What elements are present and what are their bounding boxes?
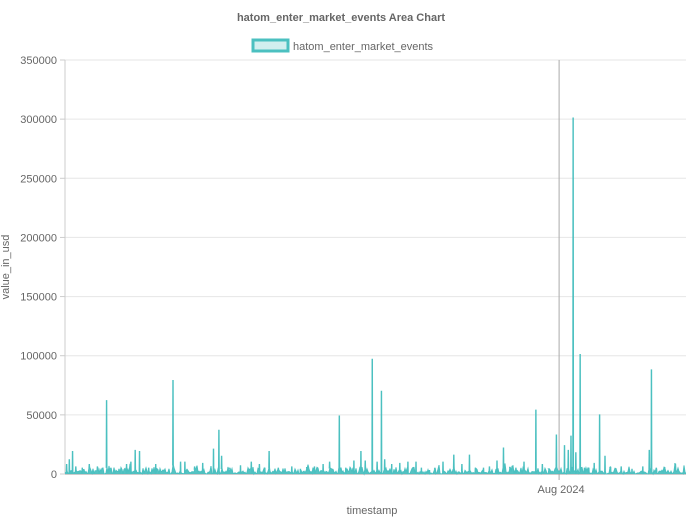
y-tick-label: 150000 — [20, 292, 57, 304]
x-axis-title: timestamp — [347, 505, 398, 517]
y-tick-label: 100000 — [20, 351, 57, 363]
area-chart: hatom_enter_market_events Area Chart hat… — [0, 12, 686, 517]
y-tick-label: 50000 — [26, 410, 57, 422]
x-tick-label: Aug 2024 — [538, 484, 585, 496]
y-tick-label: 250000 — [20, 173, 57, 185]
y-tick-label: 350000 — [20, 55, 57, 67]
legend-label[interactable]: hatom_enter_market_events — [293, 41, 434, 53]
series-line — [64, 117, 686, 476]
y-tick-label: 200000 — [20, 232, 57, 244]
y-axis-title: value_in_usd — [0, 235, 12, 300]
y-tick-label: 300000 — [20, 114, 57, 126]
y-axis-ticks: 0 50000 100000 150000 200000 250000 300000 3500… — [20, 55, 65, 481]
series-area-fill — [65, 117, 686, 475]
legend-swatch[interactable] — [251, 38, 290, 53]
grid — [65, 59, 686, 416]
y-tick-label: 0 — [51, 469, 57, 481]
legend[interactable]: hatom_enter_market_events — [251, 38, 434, 53]
x-axis-ticks: Aug 2024 — [538, 60, 585, 496]
chart-title: hatom_enter_market_events Area Chart — [237, 12, 445, 24]
